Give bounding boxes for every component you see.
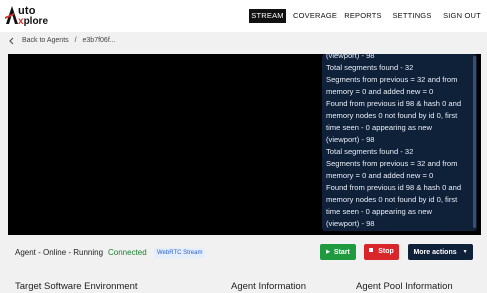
start-button[interactable]: ▶ Start <box>320 244 356 260</box>
breadcrumb-current: e3b7f06f... <box>82 37 116 44</box>
back-link[interactable]: Back to Agents <box>8 36 69 50</box>
nav-settings[interactable]: SETTINGS <box>392 9 432 23</box>
logo-mark-icon <box>5 6 18 24</box>
log-line: time seen - 0 appearing as new <box>326 207 432 216</box>
top-bar: uto xplore STREAM COVERAGE REPORTS SETTI… <box>0 0 487 32</box>
agent-pool-heading: Agent Pool Information <box>356 281 453 292</box>
logo-text-bottom: xplore <box>18 16 48 27</box>
more-actions-button[interactable]: More actions ▼ <box>408 244 473 260</box>
nav-coverage[interactable]: COVERAGE <box>293 9 337 23</box>
nav-stream[interactable]: STREAM <box>249 9 286 23</box>
log-line: memory nodes 0 not found by id 0, first <box>326 111 458 120</box>
breadcrumb: Back to Agents / e3b7f06f... <box>8 36 116 46</box>
agent-status-text: Agent - Online - Running <box>15 248 104 257</box>
log-line: (viewport) - 98 <box>326 54 375 60</box>
back-to-agents-label: Back to Agents <box>21 37 69 44</box>
log-line: time seen - 0 appearing as new <box>326 123 432 132</box>
start-label: Start <box>333 249 350 256</box>
stop-label: Stop <box>378 248 394 255</box>
log-text: (viewport) - 98 Total segments found - 32… <box>326 54 475 230</box>
stream-type-badge: WebRTC Stream <box>154 248 206 258</box>
target-env-heading: Target Software Environment <box>15 281 138 292</box>
agent-info-heading: Agent Information <box>231 281 306 292</box>
stop-icon <box>369 248 374 252</box>
log-line: Segments from previous = 32 and from <box>326 159 458 168</box>
log-line: (viewport) - 98 <box>326 219 375 228</box>
caret-down-icon: ▼ <box>462 249 468 255</box>
chevron-left-icon <box>9 37 14 45</box>
log-line: memory nodes 0 not found by id 0, first <box>326 195 458 204</box>
log-line: memory = 0 and added new = 0 <box>326 87 434 96</box>
stop-button[interactable]: Stop <box>364 244 399 260</box>
log-line: Total segments found - 32 <box>326 147 414 156</box>
log-line: Segments from previous = 32 and from <box>326 75 458 84</box>
log-scrollbar[interactable] <box>473 56 476 228</box>
play-icon: ▶ <box>326 249 330 255</box>
log-line: Total segments found - 32 <box>326 63 414 72</box>
logo-text-rest: plore <box>23 16 49 27</box>
nav-reports[interactable]: REPORTS <box>344 9 382 23</box>
nav-sign-out[interactable]: SIGN OUT <box>442 9 482 23</box>
log-line: Found from previous id 98 & hash 0 and <box>326 183 462 192</box>
log-line: (viewport) - 98 <box>326 135 375 144</box>
connection-status: Connected <box>108 248 147 257</box>
breadcrumb-separator: / <box>74 37 77 44</box>
log-line: Found from previous id 98 & hash 0 and <box>326 99 462 108</box>
log-line: memory = 0 and added new = 0 <box>326 171 434 180</box>
more-actions-label: More actions <box>413 249 457 256</box>
log-panel[interactable]: (viewport) - 98 Total segments found - 32… <box>322 54 477 231</box>
app-logo[interactable]: uto xplore <box>5 5 57 27</box>
